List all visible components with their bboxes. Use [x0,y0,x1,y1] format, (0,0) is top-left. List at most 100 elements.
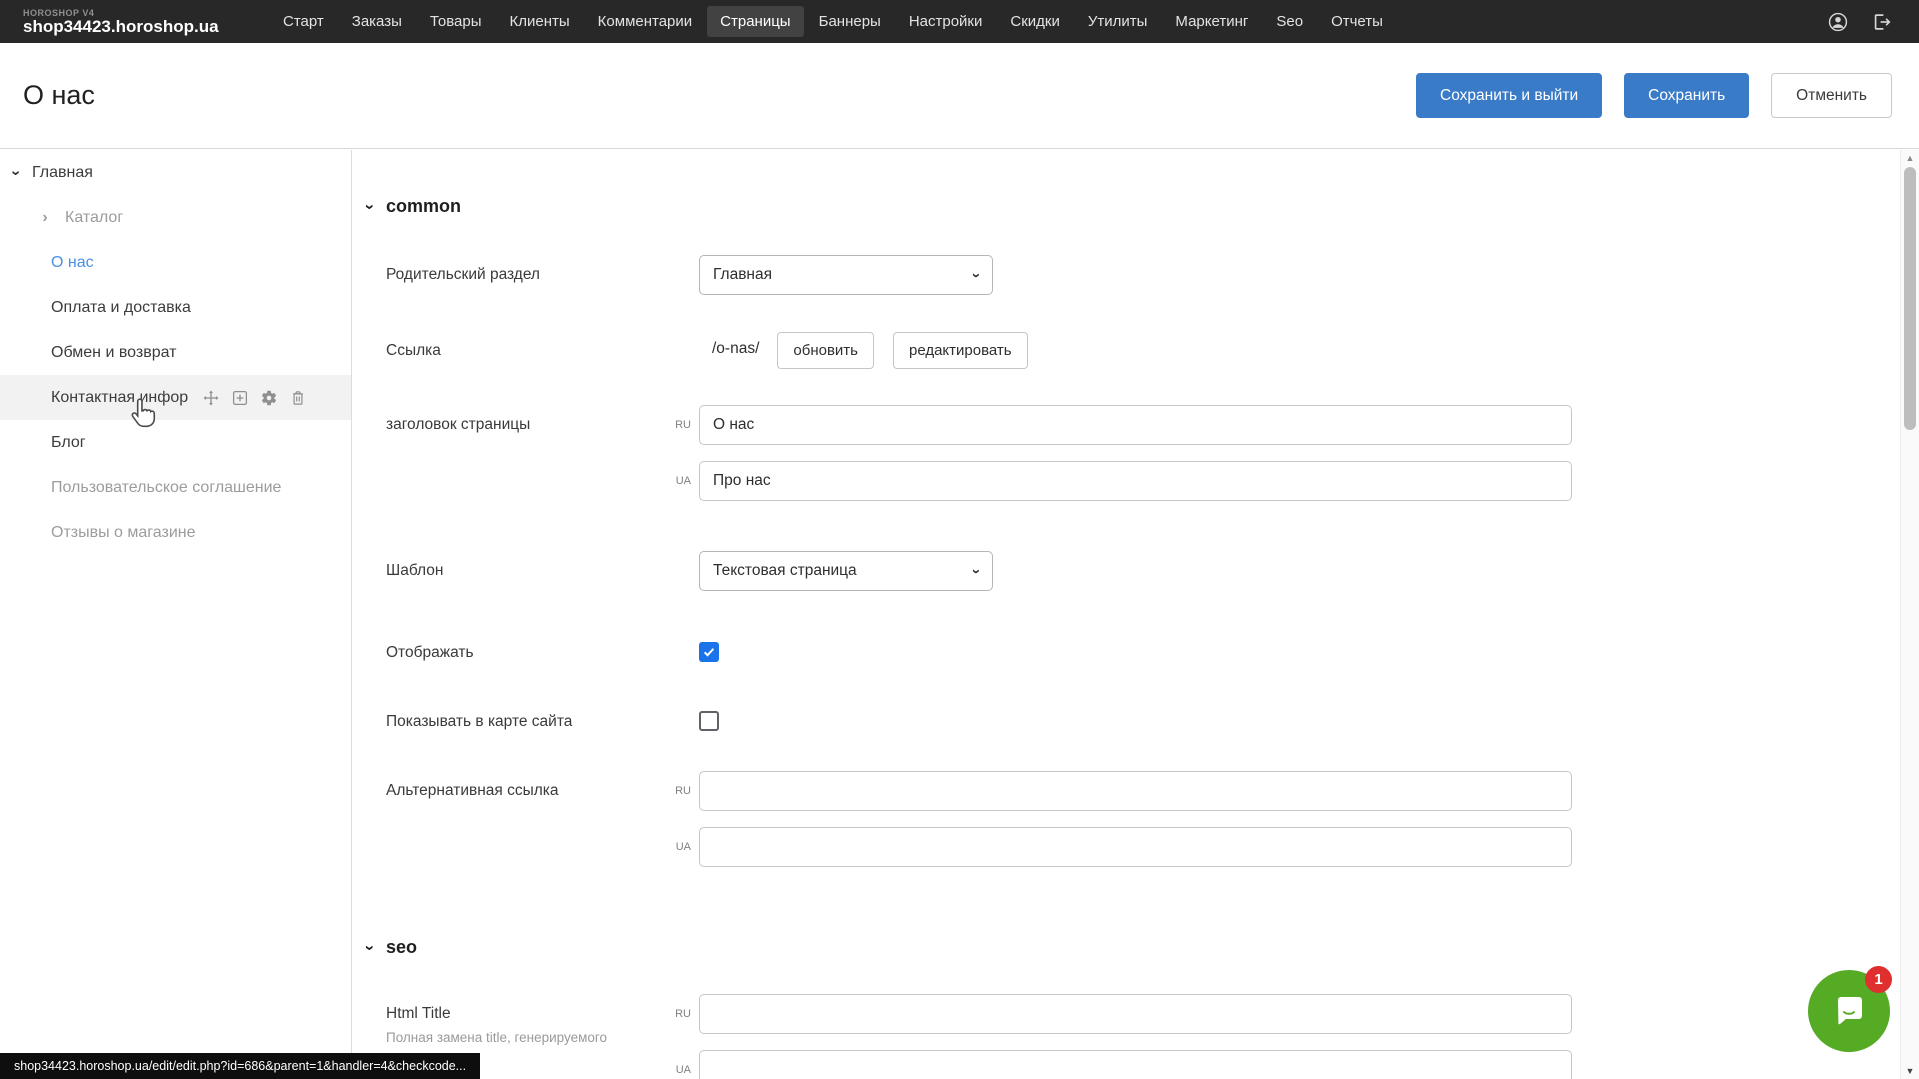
field-hint: Полная замена title, генерируемого [386,1028,667,1047]
sitemap-checkbox[interactable] [699,711,719,731]
nav-marketing[interactable]: Маркетинг [1162,6,1261,37]
lang-badge-ua: UA [667,475,691,487]
nav-start[interactable]: Старт [270,6,337,37]
section-common-header[interactable]: › common [367,196,1919,217]
tree-item-label: О нас [51,254,94,272]
sidebar-item-blog[interactable]: Блог [0,420,351,465]
page-title-ua-input[interactable] [699,461,1572,501]
nav-reports[interactable]: Отчеты [1318,6,1396,37]
scroll-up-arrow[interactable]: ▲ [1901,150,1919,166]
field-label: Отображать [386,642,699,662]
chat-unread-badge: 1 [1865,966,1892,993]
page-header: О нас Сохранить и выйти Сохранить Отмени… [0,43,1919,149]
save-button[interactable]: Сохранить [1624,73,1749,118]
parent-section-select[interactable]: Главная › [699,255,993,295]
alt-link-ru-input[interactable] [699,771,1572,811]
field-parent-section: Родительский раздел Главная › [386,255,1919,295]
nav-settings[interactable]: Настройки [896,6,996,37]
nav-clients[interactable]: Клиенты [497,6,583,37]
nav-banners[interactable]: Баннеры [806,6,894,37]
topbar-actions [1827,11,1893,33]
html-title-ua-input[interactable] [699,1050,1572,1079]
chevron-down-icon[interactable]: › [8,165,24,181]
sidebar-item-otzyvy[interactable]: Отзывы о магазине [0,510,351,555]
cancel-button[interactable]: Отменить [1771,73,1892,118]
scrollbar-thumb[interactable] [1904,167,1916,430]
field-label-text: Html Title [386,1005,451,1022]
field-label: Html Title Полная замена title, генериру… [386,994,667,1047]
tree-item-label: Обмен и возврат [51,344,176,362]
section-title: common [386,196,461,217]
tree-item-label: Пользовательское соглашение [51,479,281,497]
page-title: О нас [23,80,95,111]
logo[interactable]: HOROSHOP V4 shop34423.horoshop.ua [23,8,203,36]
edit-link-button[interactable]: редактировать [893,332,1028,369]
tree-item-label: Каталог [65,209,123,227]
select-value: Главная [713,266,974,284]
status-url-bar: shop34423.horoshop.ua/edit/edit.php?id=6… [0,1053,480,1079]
alt-link-ua-input[interactable] [699,827,1572,867]
lang-badge-ua: UA [667,1064,691,1076]
nav-orders[interactable]: Заказы [339,6,415,37]
html-title-ru-input[interactable] [699,994,1572,1034]
tree-item-label: Отзывы о магазине [51,524,196,542]
logo-domain: shop34423.horoshop.ua [23,18,203,36]
tree-item-label: Главная [32,164,93,182]
page-title-ru-input[interactable] [699,405,1572,445]
field-label: Шаблон [386,551,699,580]
nav-discounts[interactable]: Скидки [997,6,1072,37]
tree-item-label: Контактная инфор [51,389,188,407]
page-body: › Главная › Каталог О нас Оплата и доста… [0,150,1919,1079]
field-template: Шаблон Текстовая страница › [386,551,1919,591]
field-html-title: Html Title Полная замена title, генериру… [386,994,1919,1079]
field-alt-link: Альтернативная ссылка RU UA [386,771,1919,867]
nav-comments[interactable]: Комментарии [585,6,705,37]
save-and-exit-button[interactable]: Сохранить и выйти [1416,73,1602,118]
nav-products[interactable]: Товары [417,6,495,37]
main-menu: Старт Заказы Товары Клиенты Комментарии … [269,6,1397,37]
app-window: HOROSHOP V4 shop34423.horoshop.ua Старт … [0,0,1919,1079]
page-edit-form: › common Родительский раздел Главная › С… [352,150,1919,1079]
logout-icon[interactable] [1871,11,1893,33]
account-icon[interactable] [1827,11,1849,33]
chevron-right-icon[interactable]: › [37,210,53,226]
lang-badge-ru: RU [667,419,691,431]
field-label: Показывать в карте сайта [386,711,699,731]
lang-badge-ru: RU [667,785,691,797]
settings-icon[interactable] [260,389,278,407]
nav-pages[interactable]: Страницы [707,6,803,37]
vertical-scrollbar[interactable]: ▲ ▼ [1900,150,1919,1079]
sidebar-item-katalog[interactable]: › Каталог [0,195,351,240]
field-label: Альтернативная ссылка [386,771,667,800]
tree-item-actions [202,389,307,407]
chat-widget-button[interactable]: 1 [1808,970,1890,1052]
chevron-down-icon: › [367,938,386,958]
add-icon[interactable] [231,389,249,407]
field-sitemap: Показывать в карте сайта [386,711,1919,731]
tree-item-label: Оплата и доставка [51,299,191,317]
section-seo-header[interactable]: › seo [367,937,1919,958]
sidebar-item-o-nas[interactable]: О нас [0,240,351,285]
delete-icon[interactable] [289,389,307,407]
display-checkbox[interactable] [699,642,719,662]
sidebar-item-oplata[interactable]: Оплата и доставка [0,285,351,330]
chevron-down-icon: › [974,267,979,284]
sidebar-item-obmen[interactable]: Обмен и возврат [0,330,351,375]
top-navigation-bar: HOROSHOP V4 shop34423.horoshop.ua Старт … [0,0,1919,43]
update-link-button[interactable]: обновить [777,332,874,369]
nav-seo[interactable]: Seo [1263,6,1316,37]
field-page-title: заголовок страницы RU UA [386,405,1919,501]
nav-utilities[interactable]: Утилиты [1075,6,1161,37]
sidebar-item-kontaktnaya[interactable]: Контактная инфор [0,375,351,420]
header-buttons: Сохранить и выйти Сохранить Отменить [1416,73,1892,118]
select-value: Текстовая страница [713,562,974,580]
lang-badge-ua: UA [667,841,691,853]
sidebar-item-glavnaya[interactable]: › Главная [0,150,351,195]
move-icon[interactable] [202,389,220,407]
scroll-down-arrow[interactable]: ▼ [1901,1063,1919,1079]
field-link: Ссылка /o-nas/ обновить редактировать [386,331,1919,369]
field-label: заголовок страницы [386,405,667,434]
template-select[interactable]: Текстовая страница › [699,551,993,591]
section-title: seo [386,937,417,958]
sidebar-item-soglashenie[interactable]: Пользовательское соглашение [0,465,351,510]
